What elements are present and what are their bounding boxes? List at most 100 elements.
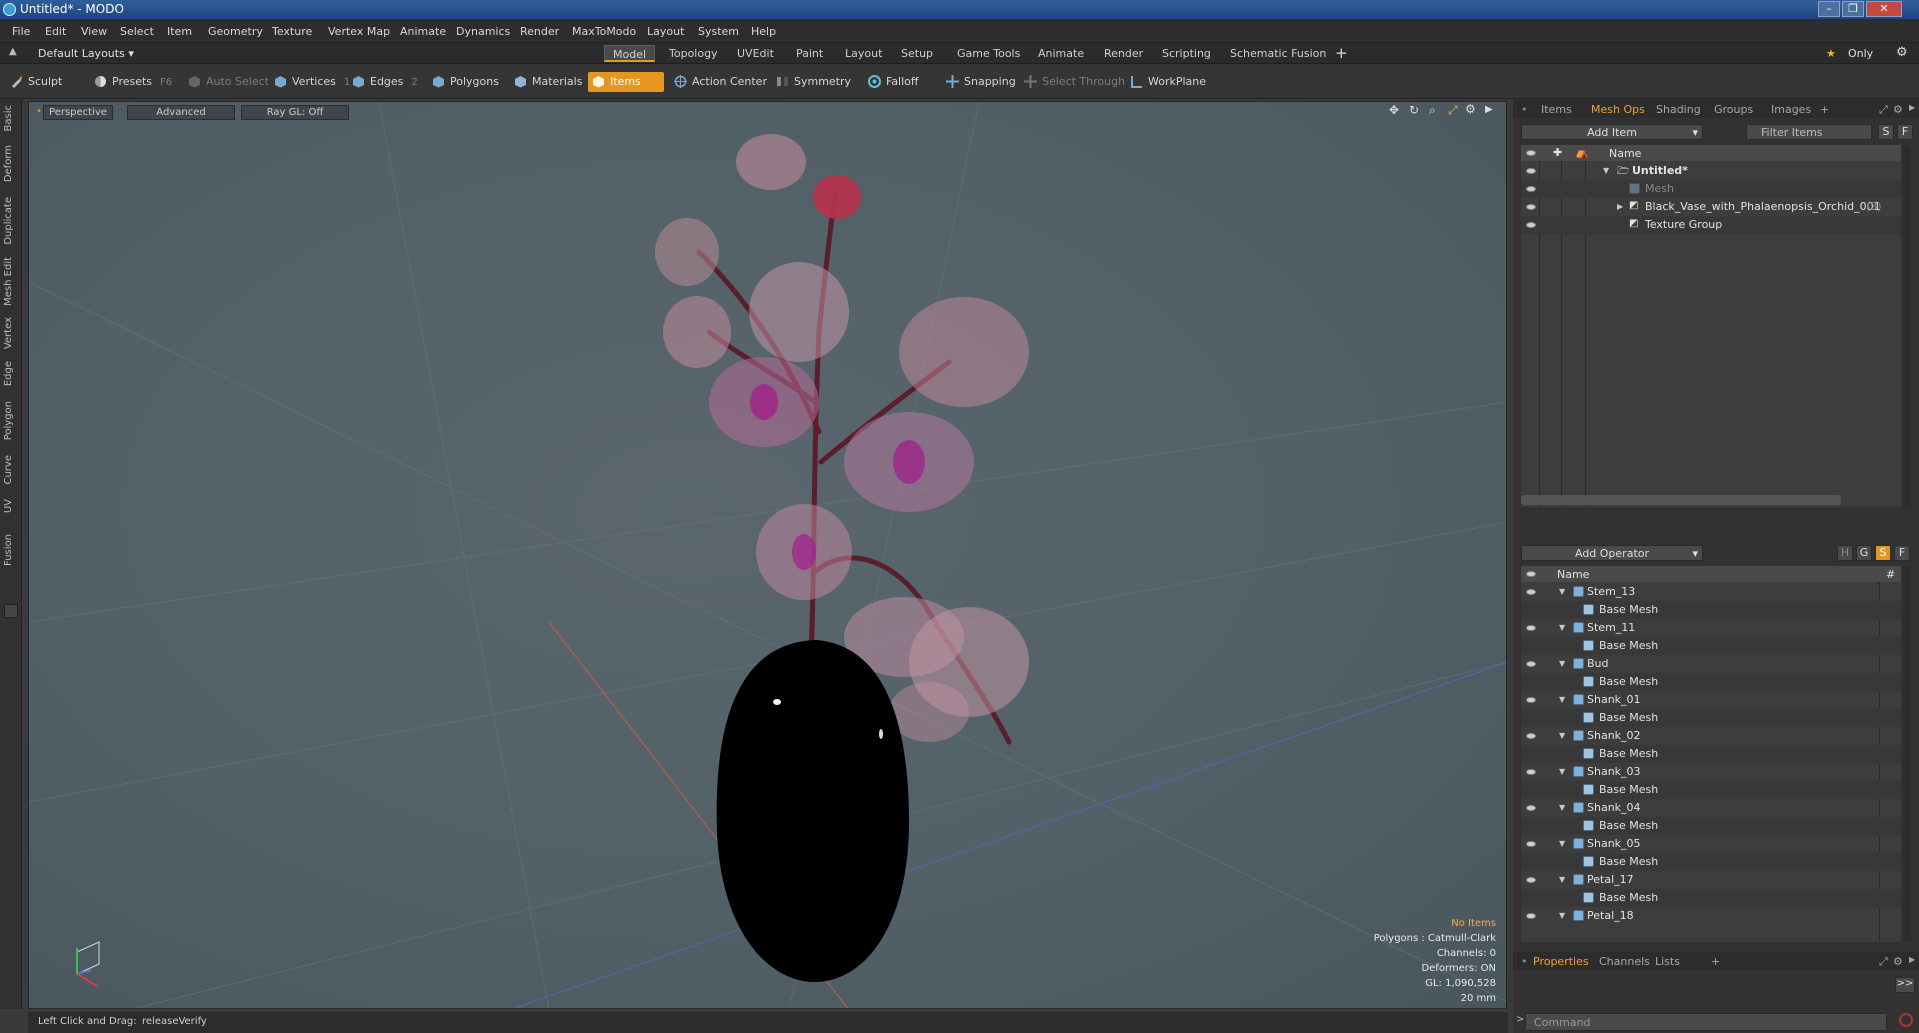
- collapse-arrow-icon[interactable]: ▼: [1559, 659, 1565, 668]
- menu-system[interactable]: System: [698, 25, 739, 38]
- sculpt-button[interactable]: Sculpt: [6, 72, 66, 92]
- operator-f-button[interactable]: F: [1894, 545, 1910, 561]
- menu-layout[interactable]: Layout: [647, 25, 684, 38]
- operator-row[interactable]: ▼ Shank_05: [1521, 835, 1901, 853]
- tab-groups[interactable]: Groups: [1714, 103, 1753, 116]
- item-list-vscrollbar[interactable]: [1903, 145, 1911, 507]
- item-row-texture-group[interactable]: ◩ Texture Group: [1521, 216, 1901, 234]
- properties-expand-button[interactable]: >>: [1895, 977, 1915, 993]
- select-through-button[interactable]: Select Through: [1020, 72, 1129, 92]
- operator-s-button[interactable]: S: [1875, 545, 1891, 561]
- auto-select-button[interactable]: Auto Select: [184, 72, 273, 92]
- operator-child-row[interactable]: Base Mesh: [1521, 601, 1901, 619]
- symmetry-button[interactable]: Symmetry: [772, 72, 855, 92]
- operator-child-row[interactable]: Base Mesh: [1521, 673, 1901, 691]
- menu-vertex-map[interactable]: Vertex Map: [328, 25, 390, 38]
- fit-view-icon[interactable]: ⤢: [1448, 103, 1458, 118]
- 3d-viewport[interactable]: • Perspective Advanced Ray GL: Off ✥ ↻ ⌕…: [28, 101, 1507, 1009]
- menu-edit[interactable]: Edit: [45, 25, 66, 38]
- tab-mesh-ops[interactable]: Mesh Ops: [1591, 103, 1645, 116]
- operator-child-row[interactable]: Base Mesh: [1521, 709, 1901, 727]
- raygl-toggle[interactable]: Ray GL: Off: [241, 105, 349, 120]
- eye-icon[interactable]: [1526, 589, 1536, 595]
- presets-button[interactable]: Presets F6: [90, 72, 176, 92]
- menu-maxtomodo[interactable]: MaxToModo: [572, 25, 636, 38]
- menu-texture[interactable]: Texture: [272, 25, 312, 38]
- tab-uv[interactable]: UV: [3, 499, 19, 513]
- operator-row[interactable]: ▼ Shank_04: [1521, 799, 1901, 817]
- gear-icon[interactable]: ⚙: [1896, 45, 1908, 60]
- add-panel-tab-button[interactable]: +: [1820, 103, 1829, 116]
- tab-scripting[interactable]: Scripting: [1154, 45, 1219, 62]
- item-row-mesh[interactable]: Mesh: [1521, 180, 1901, 198]
- operator-row[interactable]: ▼ Petal_17: [1521, 871, 1901, 889]
- eye-icon[interactable]: [1526, 697, 1536, 703]
- snapping-button[interactable]: Snapping: [942, 72, 1020, 92]
- add-operator-dropdown[interactable]: Add Operator ▾: [1521, 545, 1703, 561]
- tab-images[interactable]: Images: [1771, 103, 1811, 116]
- menu-geometry[interactable]: Geometry: [208, 25, 263, 38]
- collapse-arrow-icon[interactable]: ▼: [1559, 731, 1565, 740]
- collapse-arrow-icon[interactable]: ▼: [1559, 839, 1565, 848]
- edges-button[interactable]: Edges 2: [348, 72, 422, 92]
- collapse-arrow-icon[interactable]: ▼: [1559, 767, 1565, 776]
- items-button[interactable]: Items: [588, 72, 664, 92]
- collapse-arrow-icon[interactable]: ▼: [1559, 911, 1565, 920]
- operator-row[interactable]: ▼ Shank_02: [1521, 727, 1901, 745]
- tab-items[interactable]: Items: [1541, 103, 1572, 116]
- item-list-scrollbar[interactable]: [1521, 495, 1841, 505]
- rotate-view-icon[interactable]: ↻: [1409, 103, 1419, 117]
- expand-arrow-icon[interactable]: ▶: [1617, 202, 1623, 211]
- minimize-button[interactable]: –: [1818, 1, 1840, 17]
- menu-help[interactable]: Help: [751, 25, 776, 38]
- tab-deform[interactable]: Deform: [3, 145, 19, 182]
- eye-icon[interactable]: [1526, 733, 1536, 739]
- tab-mesh-edit[interactable]: Mesh Edit: [3, 257, 19, 306]
- tab-setup[interactable]: Setup: [893, 45, 941, 62]
- eye-icon[interactable]: [1526, 661, 1536, 667]
- viewport-settings-icon[interactable]: ⚙: [1465, 102, 1476, 116]
- operator-child-row[interactable]: Base Mesh: [1521, 889, 1901, 907]
- close-button[interactable]: ✕: [1866, 1, 1902, 17]
- tab-duplicate[interactable]: Duplicate: [3, 197, 19, 245]
- record-icon[interactable]: [1899, 1013, 1913, 1027]
- collapse-arrow-icon[interactable]: ▼: [1559, 623, 1565, 632]
- add-layout-tab-button[interactable]: +: [1335, 44, 1348, 62]
- menu-file[interactable]: File: [12, 25, 30, 38]
- layout-preset-dropdown[interactable]: Default Layouts ▾: [38, 47, 134, 60]
- panel-expand-icon[interactable]: ▶: [1909, 103, 1915, 112]
- only-toggle[interactable]: Only: [1848, 47, 1873, 60]
- menu-dynamics[interactable]: Dynamics: [456, 25, 510, 38]
- eye-icon[interactable]: [1526, 877, 1536, 883]
- collapse-arrow-icon[interactable]: ▼: [1559, 695, 1565, 704]
- add-item-dropdown[interactable]: Add Item ▾: [1521, 124, 1703, 140]
- eye-icon[interactable]: [1526, 186, 1536, 192]
- tab-curve[interactable]: Curve: [3, 455, 19, 485]
- vertices-button[interactable]: Vertices 1: [270, 72, 354, 92]
- eye-icon[interactable]: [1526, 625, 1536, 631]
- item-row-scene[interactable]: ▼ 🗁 Untitled*: [1521, 162, 1901, 180]
- menu-item[interactable]: Item: [167, 25, 192, 38]
- tab-fusion[interactable]: Fusion: [3, 534, 19, 566]
- collapse-arrow-icon[interactable]: ▼: [1559, 587, 1565, 596]
- eye-icon[interactable]: [1526, 841, 1536, 847]
- eye-icon[interactable]: [1526, 805, 1536, 811]
- action-center-button[interactable]: Action Center: [670, 72, 771, 92]
- operator-row[interactable]: ▼ Shank_03: [1521, 763, 1901, 781]
- panel-pop-out-icon[interactable]: ⤢: [1879, 103, 1888, 117]
- tab-animate[interactable]: Animate: [1030, 45, 1092, 62]
- panel-menu-dot[interactable]: •: [1521, 955, 1528, 968]
- collapse-arrow-icon[interactable]: ▼: [1559, 803, 1565, 812]
- tab-model[interactable]: Model: [604, 45, 656, 62]
- operator-h-button[interactable]: H: [1837, 545, 1853, 561]
- add-properties-tab-button[interactable]: +: [1711, 955, 1720, 968]
- tab-render[interactable]: Render: [1096, 45, 1151, 62]
- view-type-dropdown[interactable]: Perspective: [43, 105, 113, 120]
- panel-settings-icon[interactable]: ⚙: [1893, 103, 1903, 116]
- polygons-button[interactable]: Polygons: [428, 72, 503, 92]
- viewport-expand-icon[interactable]: ▶: [1485, 104, 1493, 115]
- tab-edge[interactable]: Edge: [3, 361, 19, 386]
- zoom-view-icon[interactable]: ⌕: [1429, 103, 1436, 118]
- tab-lists[interactable]: Lists: [1655, 955, 1680, 968]
- collapse-arrow-icon[interactable]: ▼: [1559, 875, 1565, 884]
